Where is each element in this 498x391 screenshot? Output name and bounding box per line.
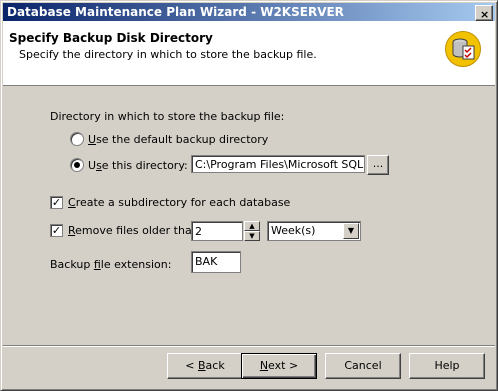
next-button[interactable]: Next > (241, 353, 317, 379)
spin-up-icon[interactable]: ▲ (244, 221, 260, 231)
chevron-down-icon[interactable]: ▼ (343, 223, 359, 239)
subdirectory-checkbox[interactable]: ✓ (50, 196, 63, 209)
wizard-header: Specify Backup Disk Directory Specify th… (3, 21, 495, 86)
extension-input[interactable]: BAK (191, 251, 241, 273)
window-title: Database Maintenance Plan Wizard - W2KSE… (7, 5, 344, 19)
directory-group-label: Directory in which to store the backup f… (50, 110, 285, 123)
subdirectory-label[interactable]: Create a subdirectory for each database (68, 196, 290, 209)
wizard-window: Database Maintenance Plan Wizard - W2KSE… (0, 0, 498, 391)
directory-path-input[interactable]: C:\Program Files\Microsoft SQL Se (191, 155, 365, 173)
cancel-button[interactable]: Cancel (325, 353, 401, 379)
retention-amount-input[interactable]: 2 (191, 221, 243, 241)
database-checklist-icon (445, 31, 481, 67)
page-subtitle: Specify the directory in which to store … (19, 48, 317, 61)
close-icon: × (480, 8, 490, 21)
retention-amount-spinner[interactable]: ▲ ▼ (244, 221, 260, 241)
retention-unit-value: Week(s) (271, 224, 316, 237)
page-title: Specify Backup Disk Directory (9, 31, 213, 45)
spin-down-icon[interactable]: ▼ (244, 231, 260, 241)
close-button[interactable]: × (475, 5, 493, 21)
radio-custom-directory-label[interactable]: Use this directory: (88, 159, 188, 172)
help-button[interactable]: Help (409, 353, 485, 379)
retention-unit-select[interactable]: Week(s) ▼ (267, 221, 361, 241)
radio-default-directory-label[interactable]: Use the default backup directory (88, 133, 268, 146)
browse-button[interactable]: ... (367, 155, 389, 175)
remove-files-label[interactable]: Remove files older than: (68, 224, 202, 237)
back-button[interactable]: < Back (167, 353, 243, 379)
remove-files-checkbox[interactable]: ✓ (50, 224, 63, 237)
footer-divider (3, 345, 495, 347)
radio-default-directory[interactable] (70, 132, 84, 146)
title-bar[interactable]: Database Maintenance Plan Wizard - W2KSE… (3, 3, 495, 21)
extension-label: Backup file extension: (50, 258, 172, 271)
radio-custom-directory[interactable] (70, 158, 84, 172)
